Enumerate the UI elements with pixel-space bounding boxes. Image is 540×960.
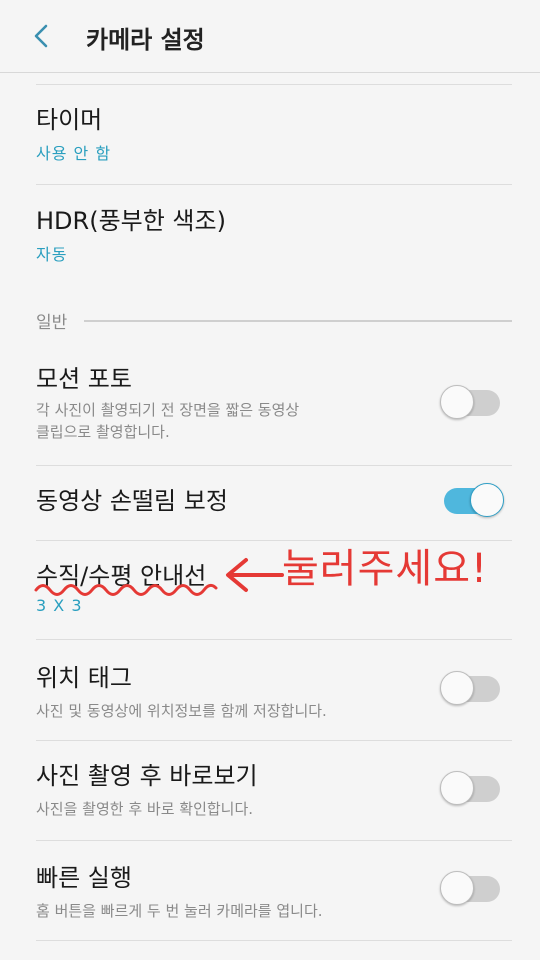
setting-video-stabilization[interactable]: 동영상 손떨림 보정	[36, 485, 512, 517]
toggle-knob	[440, 871, 474, 905]
toggle-knob	[440, 771, 474, 805]
annotation-text: 눌러주세요!	[282, 546, 489, 592]
divider	[36, 840, 512, 841]
divider	[36, 940, 512, 941]
chevron-left-icon[interactable]	[28, 22, 56, 50]
toggle-knob	[470, 483, 504, 517]
motion-photo-toggle[interactable]	[440, 385, 500, 419]
setting-description: 사진을 촬영한 후 바로 확인합니다.	[36, 800, 254, 818]
setting-timer[interactable]: 타이머 사용 안 함	[36, 104, 512, 164]
location-tag-toggle[interactable]	[440, 671, 500, 705]
section-header-general: 일반	[36, 308, 512, 334]
divider	[36, 184, 512, 185]
setting-description: 홈 버튼을 빠르게 두 번 눌러 카메라를 엽니다.	[36, 902, 323, 920]
app-bar: 카메라 설정	[0, 0, 540, 73]
setting-title: 타이머	[36, 106, 103, 134]
page-title: 카메라 설정	[86, 26, 205, 54]
divider	[36, 465, 512, 466]
section-label: 일반	[36, 313, 68, 333]
setting-value: 자동	[36, 245, 68, 264]
divider	[36, 639, 512, 640]
divider	[36, 740, 512, 741]
review-pictures-toggle[interactable]	[440, 771, 500, 805]
setting-value: 사용 안 함	[36, 144, 112, 163]
setting-value: 3 X 3	[36, 596, 83, 615]
setting-title: 모션 포토	[36, 365, 132, 393]
setting-title: HDR(풍부한 색조)	[36, 207, 226, 235]
toggle-knob	[440, 385, 474, 419]
divider	[36, 84, 512, 85]
description-line: 클립으로 촬영합니다.	[36, 423, 170, 441]
setting-description: 사진 및 동영상에 위치정보를 함께 저장합니다.	[36, 702, 327, 720]
setting-hdr[interactable]: HDR(풍부한 색조) 자동	[36, 205, 512, 265]
toggle-knob	[440, 671, 474, 705]
section-divider	[84, 320, 512, 322]
setting-title: 동영상 손떨림 보정	[36, 487, 228, 515]
video-stabilization-toggle[interactable]	[444, 483, 504, 517]
quick-launch-toggle[interactable]	[440, 871, 500, 905]
